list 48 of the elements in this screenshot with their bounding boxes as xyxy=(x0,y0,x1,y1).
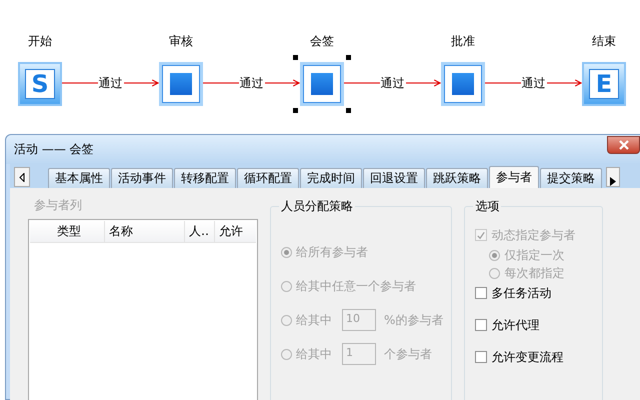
edge-label: 通过 xyxy=(238,76,264,90)
node-label: 批准 xyxy=(451,34,475,48)
node-label: 结束 xyxy=(592,34,616,48)
column-header[interactable]: 允许 xyxy=(215,221,255,242)
node-label: 开始 xyxy=(28,34,52,48)
tab[interactable]: 完成时间 xyxy=(300,168,362,188)
window-title: 活动 —— 会签 xyxy=(14,141,94,158)
edge-label: 通过 xyxy=(380,76,406,90)
task-node[interactable] xyxy=(441,62,485,106)
column-header[interactable]: 名称 xyxy=(105,221,185,242)
tab[interactable]: 跳跃策略 xyxy=(426,168,488,188)
selection-handle[interactable] xyxy=(346,108,351,113)
right-triangle-icon xyxy=(610,176,616,186)
selection-handle[interactable] xyxy=(293,55,298,60)
field-suffix: %的参与者 xyxy=(384,312,444,328)
node-label: 审核 xyxy=(169,34,193,48)
edge-label: 通过 xyxy=(520,76,546,90)
column-header[interactable]: 类型 xyxy=(30,221,105,242)
tab[interactable]: 活动事件 xyxy=(111,168,173,188)
start-node[interactable]: S xyxy=(18,62,62,106)
field-suffix: 个参与者 xyxy=(384,346,432,362)
group-title: 参与者列 xyxy=(34,197,83,213)
scroll-right-button[interactable] xyxy=(606,167,620,187)
tab[interactable]: 循环配置 xyxy=(237,168,299,188)
tab[interactable]: 基本属性 xyxy=(48,168,110,188)
scroll-left-button[interactable] xyxy=(14,167,30,187)
close-icon xyxy=(618,140,628,150)
tab[interactable]: 回退设置 xyxy=(363,168,425,188)
selection-frame[interactable] xyxy=(293,55,351,113)
task-node[interactable] xyxy=(159,62,203,106)
tab[interactable]: 参与者 xyxy=(489,166,539,188)
selection-handle[interactable] xyxy=(293,108,298,113)
checkbox-option[interactable]: 允许代理 xyxy=(475,317,594,333)
group-title: 人员分配策略 xyxy=(280,198,354,215)
checkmark-icon xyxy=(476,230,486,240)
end-node[interactable]: E xyxy=(582,62,626,106)
column-header[interactable]: 人‥ xyxy=(185,221,215,242)
left-triangle-icon xyxy=(19,172,25,182)
selection-handle[interactable] xyxy=(346,55,351,60)
edge-label: 通过 xyxy=(98,76,124,90)
checkbox-option[interactable]: 允许变更流程 xyxy=(475,349,594,365)
close-button[interactable] xyxy=(607,136,640,154)
task-node[interactable] xyxy=(300,62,344,106)
group-title: 选项 xyxy=(474,198,500,215)
tab[interactable]: 提交策略 xyxy=(540,168,602,188)
node-label: 会签 xyxy=(310,34,334,48)
checkbox-option[interactable]: 多任务活动 xyxy=(475,285,594,301)
tab[interactable]: 转移配置 xyxy=(174,168,236,188)
